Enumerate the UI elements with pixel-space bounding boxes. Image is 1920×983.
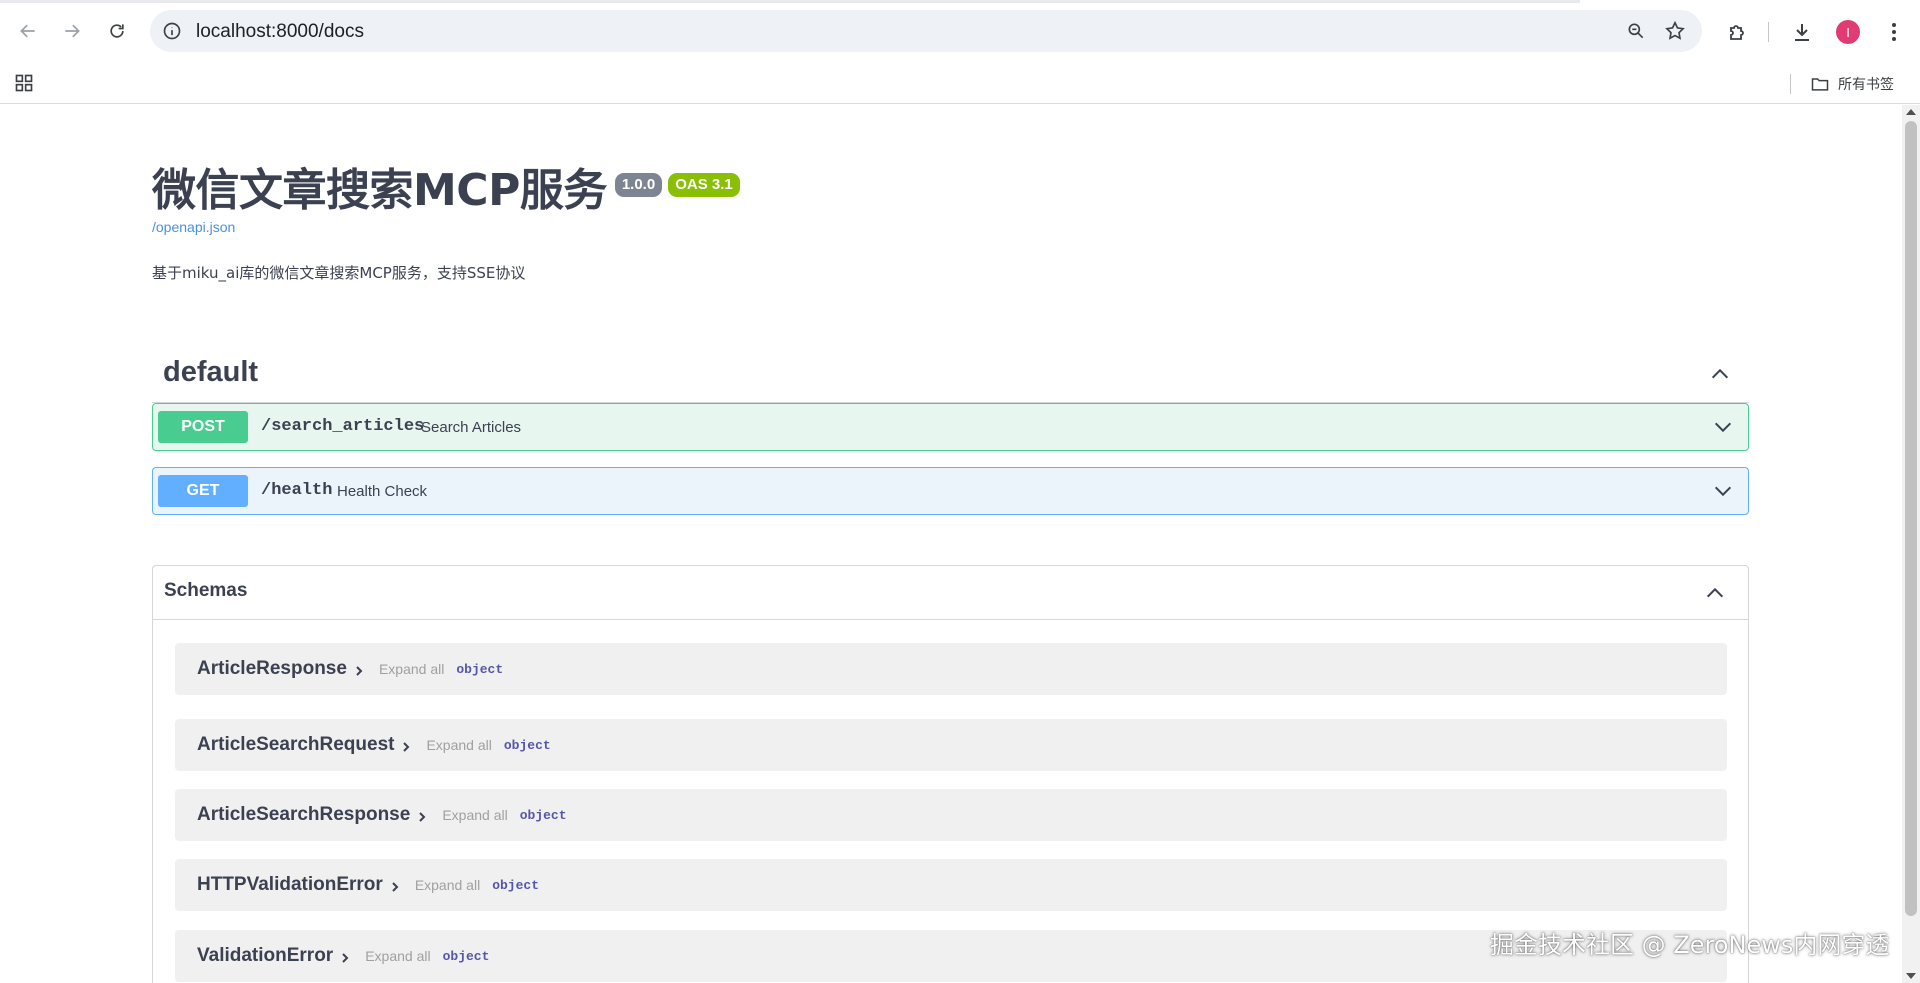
operation-path[interactable]: /health (261, 481, 332, 500)
bookmarks-bar: 所有书签 (0, 64, 1920, 104)
model-name[interactable]: ArticleResponse (197, 658, 347, 680)
model-type: object (456, 661, 504, 677)
reload-button[interactable] (101, 15, 133, 47)
model-name[interactable]: HTTPValidationError (197, 874, 383, 896)
model-type: object (519, 807, 567, 823)
bookmarks-divider (1790, 74, 1791, 94)
back-button[interactable] (12, 15, 44, 47)
operation-path[interactable]: /search_articles (261, 417, 424, 436)
tag-name[interactable]: default (163, 356, 258, 389)
browser-toolbar: localhost:8000/docs I (0, 0, 1920, 64)
method-badge-get[interactable]: GET (158, 475, 248, 507)
model-name[interactable]: ArticleSearchResponse (197, 804, 410, 826)
back-icon (20, 24, 35, 38)
schema-model-article-search-request[interactable]: ArticleSearchRequest Expand all object (175, 719, 1727, 771)
schema-model-article-search-response[interactable]: ArticleSearchResponse Expand all object (175, 789, 1727, 841)
tab-strip-edge (0, 0, 1580, 3)
operation-get-health[interactable]: GET /health Health Check (152, 467, 1749, 515)
extensions-icon[interactable] (1726, 20, 1750, 44)
expand-all-link[interactable]: Expand all (365, 948, 430, 964)
apps-icon[interactable] (14, 73, 34, 93)
chevron-right-icon[interactable] (400, 741, 412, 753)
operation-summary[interactable]: Health Check (337, 483, 427, 500)
tag-section-default[interactable]: default (152, 345, 1749, 403)
chevron-up-icon[interactable] (1709, 363, 1731, 385)
url-text[interactable]: localhost:8000/docs (196, 21, 364, 43)
openapi-json-link[interactable]: /openapi.json (152, 219, 235, 235)
reload-icon (110, 24, 124, 38)
page-scrollbar[interactable] (1902, 105, 1920, 983)
download-icon[interactable] (1790, 20, 1814, 44)
all-bookmarks-label: 所有书签 (1838, 77, 1894, 93)
model-name[interactable]: ValidationError (197, 945, 333, 967)
expand-all-link[interactable]: Expand all (415, 877, 480, 893)
scroll-down-arrow[interactable] (1906, 973, 1916, 979)
toolbar-divider (1768, 22, 1769, 42)
schemas-header[interactable]: Schemas (153, 566, 1748, 620)
operation-summary[interactable]: Search Articles (421, 419, 521, 436)
model-type: object (442, 948, 490, 964)
folder-icon (1811, 78, 1829, 91)
expand-all-link[interactable]: Expand all (379, 661, 444, 677)
address-bar[interactable]: localhost:8000/docs (150, 10, 1702, 52)
version-badge: 1.0.0 (614, 173, 663, 197)
watermark-text: 掘金技术社区 @ ZeroNews内网穿透 (1490, 931, 1890, 959)
chevron-down-icon[interactable] (1712, 480, 1734, 502)
menu-icon[interactable] (1882, 20, 1906, 44)
scroll-thumb[interactable] (1905, 121, 1917, 916)
scroll-up-arrow[interactable] (1906, 109, 1916, 115)
schemas-title[interactable]: Schemas (164, 580, 247, 602)
expand-all-link[interactable]: Expand all (426, 737, 491, 753)
schema-model-article-response[interactable]: ArticleResponse Expand all object (175, 643, 1727, 695)
chevron-up-icon[interactable] (1704, 582, 1726, 604)
chevron-right-icon[interactable] (353, 665, 365, 677)
site-info-icon[interactable] (162, 21, 182, 41)
zoom-icon[interactable] (1626, 21, 1646, 41)
operation-post-search-articles[interactable]: POST /search_articles Search Articles (152, 403, 1749, 451)
schema-model-http-validation-error[interactable]: HTTPValidationError Expand all object (175, 859, 1727, 911)
schemas-section: Schemas ArticleResponse Expand all objec… (152, 565, 1749, 983)
model-name[interactable]: ArticleSearchRequest (197, 734, 394, 756)
api-title-row: 微信文章搜索MCP服务 1.0.0 OAS 3.1 (152, 163, 740, 219)
model-type: object (503, 737, 551, 753)
forward-button[interactable] (56, 15, 88, 47)
profile-avatar[interactable]: I (1836, 20, 1860, 44)
expand-all-link[interactable]: Expand all (442, 807, 507, 823)
bookmark-star-icon[interactable] (1664, 20, 1686, 42)
api-description: 基于miku_ai库的微信文章搜索MCP服务，支持SSE协议 (152, 264, 526, 282)
method-badge-post[interactable]: POST (158, 411, 248, 443)
all-bookmarks-folder[interactable]: 所有书签 (1810, 74, 1894, 94)
page-viewport: 微信文章搜索MCP服务 1.0.0 OAS 3.1 /openapi.json … (0, 105, 1902, 983)
chevron-right-icon[interactable] (389, 881, 401, 893)
chevron-right-icon[interactable] (416, 811, 428, 823)
model-type: object (492, 877, 540, 893)
oas-badge: OAS 3.1 (668, 173, 740, 197)
api-title: 微信文章搜索MCP服务 (152, 165, 607, 216)
chevron-down-icon[interactable] (1712, 416, 1734, 438)
chevron-right-icon[interactable] (339, 952, 351, 964)
forward-icon (65, 24, 80, 38)
